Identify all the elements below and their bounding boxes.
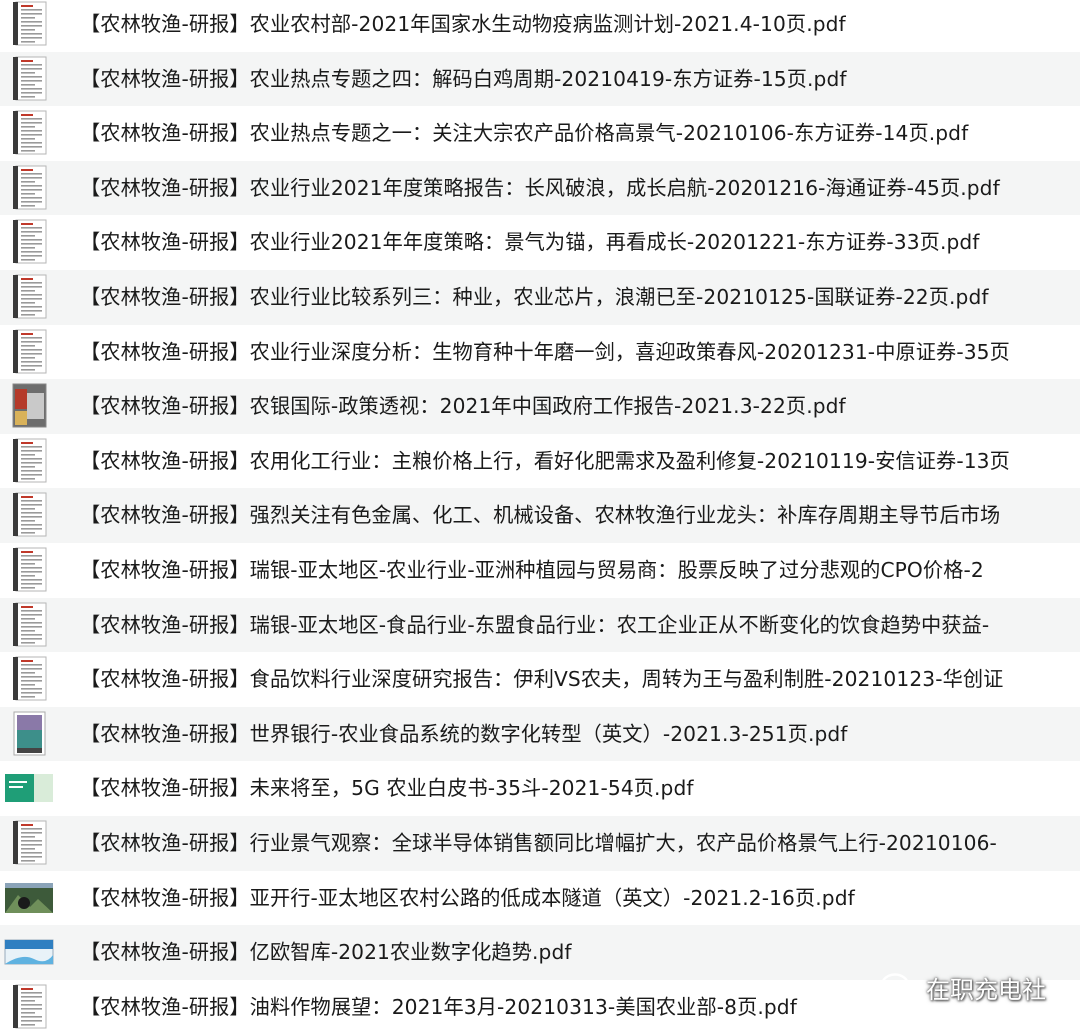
file-name: 【农林牧渔-研报】强烈关注有色金属、化工、机械设备、农林牧渔行业龙头：补库存周期… (80, 503, 1001, 528)
file-name: 【农林牧渔-研报】农业行业2021年度策略报告：长风破浪，成长启航-202012… (80, 175, 1000, 200)
file-row[interactable]: 【农林牧渔-研报】农业行业深度分析：生物育种十年磨一剑，喜迎政策春风-20201… (0, 325, 1080, 380)
file-row[interactable]: 【农林牧渔-研报】行业景气观察：全球半导体销售额同比增幅扩大，农产品价格景气上行… (0, 816, 1080, 871)
file-row[interactable]: 【农林牧渔-研报】亚开行-亚太地区农村公路的低成本隧道（英文）-2021.2-1… (0, 871, 1080, 926)
file-row[interactable]: 【农林牧渔-研报】农业行业比较系列三：种业，农业芯片，浪潮已至-20210125… (0, 270, 1080, 325)
pdf-document-icon (13, 820, 47, 865)
file-name: 【农林牧渔-研报】油料作物展望：2021年3月-20210313-美国农业部-8… (80, 994, 797, 1019)
pdf-color-cover-icon (13, 711, 46, 756)
file-row[interactable]: 【农林牧渔-研报】瑞银-亚太地区-食品行业-东盟食品行业：农工企业正从不断变化的… (0, 597, 1080, 653)
file-name: 【农林牧渔-研报】农业热点专题之四：解码白鸡周期-20210419-东方证券-1… (80, 66, 847, 91)
file-row[interactable]: 【农林牧渔-研报】农用化工行业：主粮价格上行，看好化肥需求及盈利修复-20210… (0, 434, 1080, 489)
file-row[interactable]: 【农林牧渔-研报】农业农村部-2021年国家水生动物疫病监测计划-2021.4-… (0, 0, 1080, 52)
pdf-document-icon (13, 547, 47, 592)
file-name: 【农林牧渔-研报】未来将至，5G 农业白皮书-35斗-2021-54页.pdf (80, 776, 694, 801)
pdf-document-icon (13, 165, 47, 210)
file-name: 【农林牧渔-研报】行业景气观察：全球半导体销售额同比增幅扩大，农产品价格景气上行… (80, 831, 997, 855)
file-name: 【农林牧渔-研报】世界银行-农业食品系统的数字化转型（英文）-2021.3-25… (80, 721, 848, 746)
pdf-document-icon (13, 274, 47, 319)
file-name: 【农林牧渔-研报】农业农村部-2021年国家水生动物疫病监测计划-2021.4-… (80, 12, 846, 36)
file-list: 【农林牧渔-研报】农业农村部-2021年国家水生动物疫病监测计划-2021.4-… (0, 0, 1080, 1035)
file-row[interactable]: 【农林牧渔-研报】食品饮料行业深度研究报告：伊利VS农夫，周转为王与盈利制胜-2… (0, 652, 1080, 707)
file-name: 【农林牧渔-研报】农银国际-政策透视：2021年中国政府工作报告-2021.3-… (80, 394, 846, 419)
pdf-photo-slide-icon (5, 882, 53, 913)
file-name: 【农林牧渔-研报】农业热点专题之一：关注大宗农产品价格高景气-20210106-… (80, 121, 969, 146)
file-row[interactable]: 【农林牧渔-研报】强烈关注有色金属、化工、机械设备、农林牧渔行业龙头：补库存周期… (0, 488, 1080, 543)
watermark: 在职充电社 (880, 970, 1046, 1005)
wechat-icon (880, 972, 919, 1001)
file-name: 【农林牧渔-研报】亿欧智库-2021农业数字化趋势.pdf (80, 940, 572, 965)
file-row[interactable]: 【农林牧渔-研报】农银国际-政策透视：2021年中国政府工作报告-2021.3-… (0, 379, 1080, 434)
file-row[interactable]: 【农林牧渔-研报】世界银行-农业食品系统的数字化转型（英文）-2021.3-25… (0, 706, 1080, 762)
file-row[interactable]: 【农林牧渔-研报】农业热点专题之四：解码白鸡周期-20210419-东方证券-1… (0, 51, 1080, 107)
pdf-document-icon (13, 110, 47, 155)
pdf-document-icon (13, 1, 47, 46)
file-name: 【农林牧渔-研报】农用化工行业：主粮价格上行，看好化肥需求及盈利修复-20210… (80, 448, 1010, 473)
file-name: 【农林牧渔-研报】农业行业深度分析：生物育种十年磨一剑，喜迎政策春风-20201… (80, 339, 1010, 364)
pdf-green-slide-icon (5, 774, 53, 803)
file-name: 【农林牧渔-研报】农业行业比较系列三：种业，农业芯片，浪潮已至-20210125… (80, 285, 989, 309)
pdf-photo-cover-icon (12, 383, 47, 428)
file-row[interactable]: 【农林牧渔-研报】瑞银-亚太地区-农业行业-亚洲种植园与贸易商：股票反映了过分悲… (0, 543, 1080, 598)
watermark-text: 在职充电社 (926, 976, 1046, 1004)
file-name: 【农林牧渔-研报】瑞银-亚太地区-农业行业-亚洲种植园与贸易商：股票反映了过分悲… (80, 558, 984, 582)
pdf-blue-slide-icon (4, 939, 54, 965)
file-name: 【农林牧渔-研报】瑞银-亚太地区-食品行业-东盟食品行业：农工企业正从不断变化的… (80, 612, 990, 637)
file-row[interactable]: 【农林牧渔-研报】农业行业2021年年度策略：景气为锚，再看成长-2020122… (0, 215, 1080, 270)
file-name: 【农林牧渔-研报】食品饮料行业深度研究报告：伊利VS农夫，周转为王与盈利制胜-2… (80, 667, 1004, 692)
pdf-document-icon (13, 438, 47, 483)
pdf-document-icon (13, 602, 47, 647)
pdf-document-icon (13, 492, 47, 537)
pdf-document-icon (13, 219, 47, 264)
pdf-document-icon (13, 984, 47, 1029)
file-row[interactable]: 【农林牧渔-研报】农业行业2021年度策略报告：长风破浪，成长启航-202012… (0, 160, 1080, 216)
file-name: 【农林牧渔-研报】亚开行-亚太地区农村公路的低成本隧道（英文）-2021.2-1… (80, 885, 855, 910)
file-row[interactable]: 【农林牧渔-研报】农业热点专题之一：关注大宗农产品价格高景气-20210106-… (0, 106, 1080, 161)
file-name: 【农林牧渔-研报】农业行业2021年年度策略：景气为锚，再看成长-2020122… (80, 230, 980, 255)
pdf-document-icon (13, 56, 47, 101)
file-row[interactable]: 【农林牧渔-研报】未来将至，5G 农业白皮书-35斗-2021-54页.pdf (0, 761, 1080, 816)
pdf-document-icon (13, 656, 47, 701)
pdf-document-icon (13, 329, 47, 374)
